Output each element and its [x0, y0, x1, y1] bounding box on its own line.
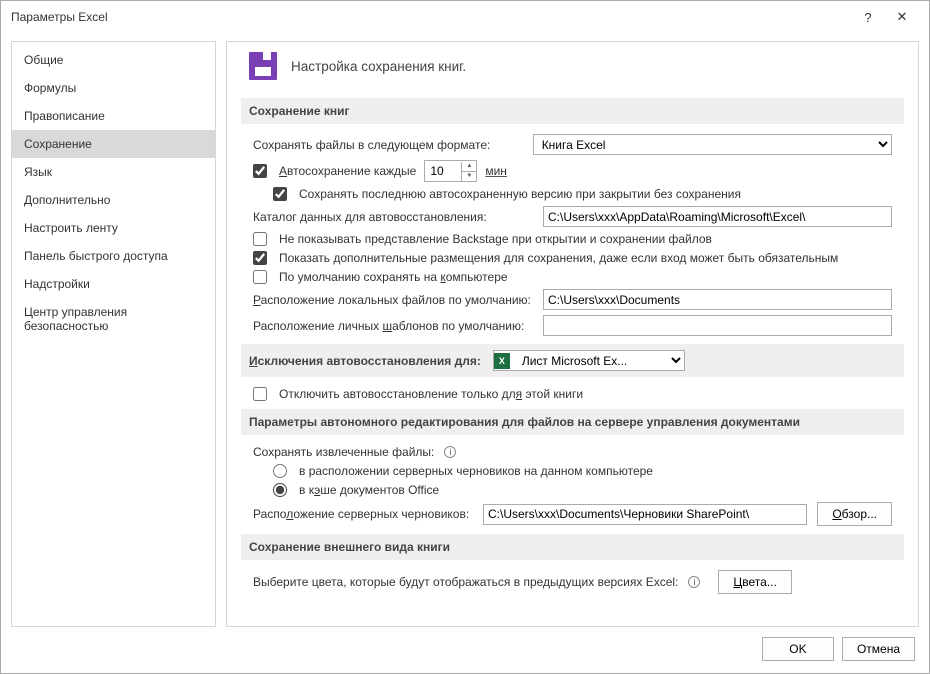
spinner-up-icon[interactable]: ▲	[462, 162, 476, 172]
colors-button[interactable]: Цвета...	[718, 570, 791, 594]
section-offline-title: Параметры автономного редактирования для…	[241, 409, 904, 435]
local-files-label: Расположение локальных файлов по умолчан…	[253, 293, 533, 307]
sidebar-item-trust-center[interactable]: Центр управления безопасностью	[12, 298, 215, 340]
default-format-select[interactable]: Книга Excel	[533, 134, 892, 155]
page-header: Настройка сохранения книг.	[291, 59, 466, 74]
server-drafts-radio[interactable]	[273, 464, 287, 478]
drafts-location-label: Расположение серверных черновиков:	[253, 507, 473, 521]
except-label: Исключения автовосстановления для:	[249, 354, 481, 368]
spinner-down-icon[interactable]: ▼	[462, 172, 476, 181]
sidebar-item-save[interactable]: Сохранение	[12, 130, 215, 158]
category-sidebar: Общие Формулы Правописание Сохранение Яз…	[11, 41, 216, 627]
section-save-books-title: Сохранение книг	[241, 98, 904, 124]
autosave-interval-input[interactable]	[425, 161, 461, 181]
disable-autorecover-checkbox[interactable]	[253, 387, 267, 401]
autorecover-dir-input[interactable]	[543, 206, 892, 227]
ok-button[interactable]: OK	[762, 637, 834, 661]
local-files-input[interactable]	[543, 289, 892, 310]
autosave-interval-spinner[interactable]: ▲▼	[424, 160, 477, 182]
sidebar-item-language[interactable]: Язык	[12, 158, 215, 186]
sidebar-item-advanced[interactable]: Дополнительно	[12, 186, 215, 214]
sidebar-item-formulas[interactable]: Формулы	[12, 74, 215, 102]
keep-last-autosaved-label: Сохранять последнюю автосохраненную верс…	[299, 187, 741, 201]
sidebar-item-proofing[interactable]: Правописание	[12, 102, 215, 130]
sidebar-item-general[interactable]: Общие	[12, 46, 215, 74]
show-additional-locations-checkbox[interactable]	[253, 251, 267, 265]
no-backstage-label: Не показывать представление Backstage пр…	[279, 232, 712, 246]
default-format-label: Сохранять файлы в следующем формате:	[253, 138, 525, 152]
drafts-location-input[interactable]	[483, 504, 807, 525]
save-local-label: По умолчанию сохранять на компьютере	[279, 270, 508, 284]
templates-label: Расположение личных шаблонов по умолчани…	[253, 319, 533, 333]
autosave-checkbox[interactable]	[253, 164, 267, 178]
window-title: Параметры Excel	[11, 10, 851, 24]
sidebar-item-quick-access[interactable]: Панель быстрого доступа	[12, 242, 215, 270]
sidebar-item-customize-ribbon[interactable]: Настроить ленту	[12, 214, 215, 242]
close-button[interactable]: ✕	[885, 9, 919, 25]
server-drafts-label: в расположении серверных черновиков на д…	[299, 464, 653, 478]
section-visual-title: Сохранение внешнего вида книги	[241, 534, 904, 560]
no-backstage-checkbox[interactable]	[253, 232, 267, 246]
cancel-button[interactable]: Отмена	[842, 637, 915, 661]
templates-input[interactable]	[543, 315, 892, 336]
excel-workbook-icon: X	[494, 353, 510, 369]
autosave-unit-label: мин	[485, 164, 507, 178]
main-pane: Настройка сохранения книг. Сохранение кн…	[226, 41, 919, 627]
save-disk-icon	[249, 52, 277, 80]
sidebar-item-addins[interactable]: Надстройки	[12, 270, 215, 298]
autorecover-dir-label: Каталог данных для автовосстановления:	[253, 210, 533, 224]
save-local-checkbox[interactable]	[253, 270, 267, 284]
info-icon[interactable]: i	[444, 446, 456, 458]
browse-button[interactable]: Обзор...	[817, 502, 892, 526]
dialog-footer: OK Отмена	[1, 627, 929, 673]
show-additional-locations-label: Показать дополнительные размещения для с…	[279, 251, 838, 265]
info-icon[interactable]: i	[688, 576, 700, 588]
autosave-label: Автосохранение каждые	[279, 164, 416, 178]
colors-text: Выберите цвета, которые будут отображать…	[253, 575, 678, 589]
autorecover-except-select[interactable]: Лист Microsoft Ex...	[514, 351, 684, 370]
disable-autorecover-label: Отключить автовосстановление только для …	[279, 387, 583, 401]
help-button[interactable]: ?	[851, 10, 885, 25]
titlebar: Параметры Excel ? ✕	[1, 1, 929, 33]
office-cache-radio[interactable]	[273, 483, 287, 497]
office-cache-label: в кэше документов Office	[299, 483, 439, 497]
section-autorecover-except-title: Исключения автовосстановления для: X Лис…	[241, 344, 904, 377]
keep-last-autosaved-checkbox[interactable]	[273, 187, 287, 201]
save-checked-out-label: Сохранять извлеченные файлы:	[253, 445, 434, 459]
